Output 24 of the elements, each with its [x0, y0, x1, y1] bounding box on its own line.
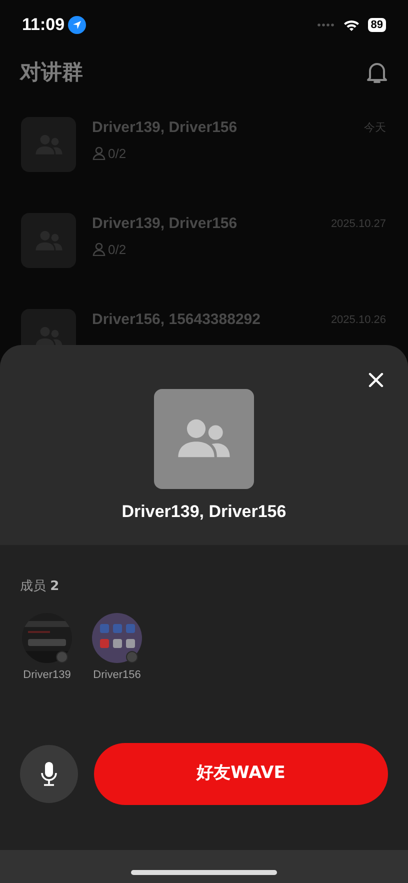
status-time: 11:09	[22, 14, 65, 36]
battery-level: 89	[368, 18, 386, 32]
group-name: Driver139, Driver156	[92, 118, 238, 138]
person-icon	[92, 242, 106, 256]
group-name: Driver139, Driver156	[92, 214, 238, 234]
group-name: Driver156, 15643388292	[92, 310, 260, 330]
wave-button[interactable]: 好友WAVE	[94, 743, 388, 805]
member-count: 0/2	[92, 144, 126, 163]
group-avatar[interactable]	[21, 117, 76, 172]
location-icon	[68, 16, 86, 34]
member-name: Driver156	[93, 668, 141, 682]
signal-icon	[316, 23, 335, 27]
member-count: 0/2	[92, 240, 126, 259]
group-avatar[interactable]	[21, 213, 76, 268]
member-name: Driver139	[23, 668, 71, 682]
wifi-icon	[342, 19, 360, 31]
home-indicator[interactable]	[131, 870, 277, 875]
members-label: 成员 2	[19, 578, 60, 596]
close-icon	[368, 372, 384, 388]
bell-icon[interactable]	[366, 60, 388, 84]
page-title: 对讲群	[20, 58, 83, 86]
group-name: Driver139, Driver156	[122, 501, 286, 523]
microphone-icon	[40, 761, 58, 787]
person-icon	[92, 146, 106, 160]
